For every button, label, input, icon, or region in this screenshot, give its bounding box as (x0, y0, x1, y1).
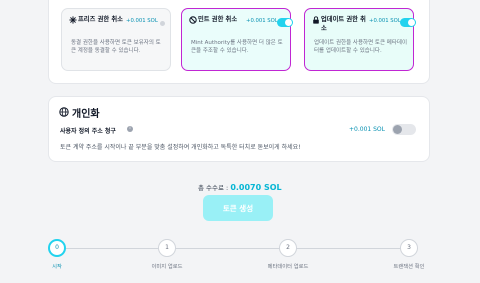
card-price: +0.001 SOL (246, 18, 278, 24)
card-title: 프리즈 권한 취소 (78, 16, 123, 23)
personalization-panel: 개인화 사용자 정의 주소 청구 i +0.001 SOL 토큰 계약 주소를 … (48, 96, 430, 162)
freeze-toggle-off[interactable] (160, 21, 165, 26)
card-description: 동결 권한을 사용하면 토큰 보유자의 토큰 계정을 동결할 수 있습니다. (71, 40, 161, 54)
step-3[interactable]: 3 (400, 239, 418, 257)
total-fee: 총 수수료 : 0.0070 SOL (198, 182, 282, 192)
card-price: +0.001 SOL (369, 18, 401, 24)
step-label-confirm: 트랜잭션 확인 (393, 264, 425, 270)
card-description: 업데이트 권한을 사용하면 토큰 메타데이터를 업데이트할 수 있습니다. (314, 40, 408, 54)
card-price: +0.001 SOL (126, 18, 158, 24)
lock-icon (313, 16, 319, 24)
step-label-image: 이미지 업로드 (151, 264, 183, 270)
custom-address-toggle[interactable] (392, 124, 416, 135)
update-authority-card[interactable]: 업데이트 권한 취소 +0.001 SOL 업데이트 권한을 사용하면 토큰 메… (304, 8, 416, 71)
custom-address-label: 사용자 정의 주소 청구 (60, 128, 116, 135)
custom-address-price: +0.001 SOL (349, 126, 385, 133)
info-icon[interactable]: i (127, 126, 133, 132)
ban-icon (189, 16, 197, 24)
mint-toggle-on[interactable] (277, 18, 293, 27)
create-token-button[interactable]: 토큰 생성 (203, 195, 273, 221)
snowflake-icon (69, 16, 77, 24)
personalization-description: 토큰 계약 주소를 시작이나 끝 부분을 맞춤 설정하여 개인화하고 독특한 터… (60, 144, 301, 151)
card-description: Mint Authority를 사용하면 더 많은 토큰을 주조할 수 있습니다… (191, 40, 283, 54)
freeze-authority-card[interactable]: 프리즈 권한 취소 +0.001 SOL 동결 권한을 사용하면 토큰 보유자의… (61, 8, 171, 71)
step-1[interactable]: 1 (158, 239, 176, 257)
total-fee-label: 총 수수료 : (198, 184, 231, 192)
update-toggle-on[interactable] (400, 18, 416, 27)
globe-icon (59, 107, 69, 117)
step-label-start: 시작 (52, 264, 62, 270)
stepper-line (66, 248, 418, 249)
total-fee-value: 0.0070 SOL (230, 183, 282, 192)
step-0[interactable]: 0 (48, 239, 66, 257)
step-2[interactable]: 2 (279, 239, 297, 257)
step-label-metadata: 메타데이터 업로드 (267, 264, 309, 270)
card-title: 업데이트 권한 취소 (321, 16, 366, 32)
section-title: 개인화 (72, 109, 100, 120)
mint-authority-card[interactable]: 민트 권한 취소 +0.001 SOL Mint Authority를 사용하면… (181, 8, 293, 71)
card-title: 민트 권한 취소 (198, 16, 238, 23)
